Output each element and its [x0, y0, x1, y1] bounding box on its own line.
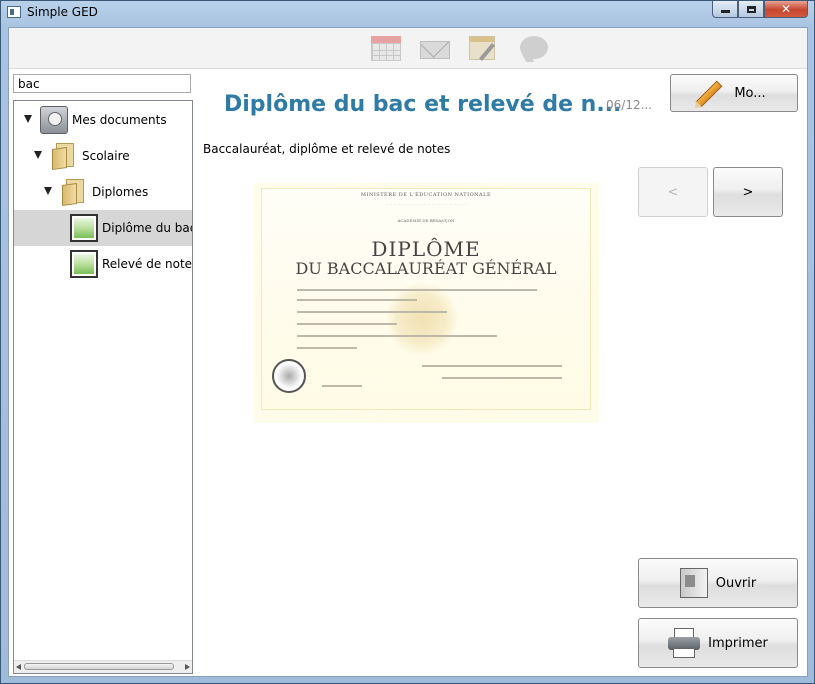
tree-item-label: Relevé de notes du bac.jpg: [102, 257, 193, 271]
open-button-label: Ouvrir: [715, 575, 757, 591]
tree-item-diplomes[interactable]: Diplomes: [14, 174, 192, 210]
main-window: Simple GED ✕ Mes documents Scolaire: [0, 0, 815, 684]
image-icon: [70, 250, 98, 278]
image-icon: [70, 214, 98, 242]
tree-item-diplome-du-bac[interactable]: Diplôme du bac.jpg: [14, 210, 192, 246]
next-button[interactable]: >: [713, 167, 783, 217]
tree-item-scolaire[interactable]: Scolaire: [14, 138, 192, 174]
diploma-title-line2: DU BACCALAURÉAT GÉNÉRAL: [295, 259, 557, 278]
expand-arrow-icon[interactable]: [24, 115, 32, 123]
toolbar: [9, 28, 807, 69]
print-button[interactable]: Imprimer: [638, 618, 798, 668]
search-input[interactable]: [13, 74, 191, 93]
horizontal-scrollbar[interactable]: [14, 660, 192, 673]
maximize-icon: [746, 5, 756, 13]
document-date: 06/12...: [606, 98, 653, 112]
print-button-label: Imprimer: [708, 635, 768, 651]
calendar-icon[interactable]: [371, 34, 403, 62]
app-icon: [7, 6, 21, 18]
tree-item-mes-documents[interactable]: Mes documents: [14, 102, 192, 138]
document-tree[interactable]: Mes documents Scolaire Diplomes Diplôme …: [13, 100, 193, 674]
diploma-academie: ACADÉMIE DE BESANÇON: [397, 218, 455, 223]
notepad-icon[interactable]: [469, 34, 501, 62]
tree-item-releve-de-notes[interactable]: Relevé de notes du bac.jpg: [14, 246, 192, 282]
official-stamp: [272, 359, 306, 393]
minimize-icon: [720, 10, 730, 13]
document-preview[interactable]: MINISTÈRE DE L'ÉDUCATION NATIONALE · · ·…: [253, 183, 599, 423]
modify-button-label: Mo...: [734, 85, 766, 101]
minimize-button[interactable]: [712, 1, 738, 18]
diploma-title-line1: DIPLÔME: [371, 237, 481, 261]
pencil-icon: [695, 80, 723, 108]
next-button-label: >: [742, 184, 754, 200]
folder-icon: [50, 142, 78, 171]
previous-button[interactable]: <: [638, 167, 708, 217]
document-title: Diplôme du bac et relevé de n...: [224, 92, 622, 117]
diploma-header: MINISTÈRE DE L'ÉDUCATION NATIONALE: [360, 192, 492, 198]
window-controls: ✕: [712, 1, 808, 19]
client-area: Mes documents Scolaire Diplomes Diplôme …: [8, 27, 808, 677]
drive-icon: [40, 106, 68, 134]
open-document-icon: [679, 568, 708, 598]
expand-arrow-icon[interactable]: [34, 151, 42, 159]
scroll-right-icon[interactable]: [185, 664, 190, 670]
diploma-subline: · · · · · · · · · · · · · · · · · · · · …: [385, 202, 467, 207]
expand-arrow-icon[interactable]: [44, 187, 52, 195]
tree-item-label: Diplomes: [92, 185, 149, 199]
open-button[interactable]: Ouvrir: [638, 558, 798, 608]
previous-button-label: <: [667, 184, 679, 200]
printer-icon: [668, 628, 701, 658]
close-button[interactable]: ✕: [764, 1, 808, 18]
close-icon: ✕: [780, 2, 792, 16]
folder-icon: [60, 178, 88, 207]
mail-icon[interactable]: [420, 34, 452, 62]
scrollbar-thumb[interactable]: [24, 663, 174, 670]
maximize-button[interactable]: [738, 1, 764, 18]
window-title: Simple GED: [27, 5, 98, 19]
document-description: Baccalauréat, diplôme et relevé de notes: [203, 142, 451, 156]
modify-button[interactable]: Mo...: [670, 74, 798, 112]
seal-watermark: [387, 279, 457, 359]
tree-item-label: Scolaire: [82, 149, 130, 163]
tree-item-label: Diplôme du bac.jpg: [102, 221, 192, 235]
scroll-left-icon[interactable]: [16, 664, 21, 670]
title-bar[interactable]: Simple GED ✕: [1, 1, 814, 25]
diploma-image: MINISTÈRE DE L'ÉDUCATION NATIONALE · · ·…: [261, 188, 591, 410]
chat-icon[interactable]: [519, 34, 551, 62]
tree-item-label: Mes documents: [72, 113, 167, 127]
